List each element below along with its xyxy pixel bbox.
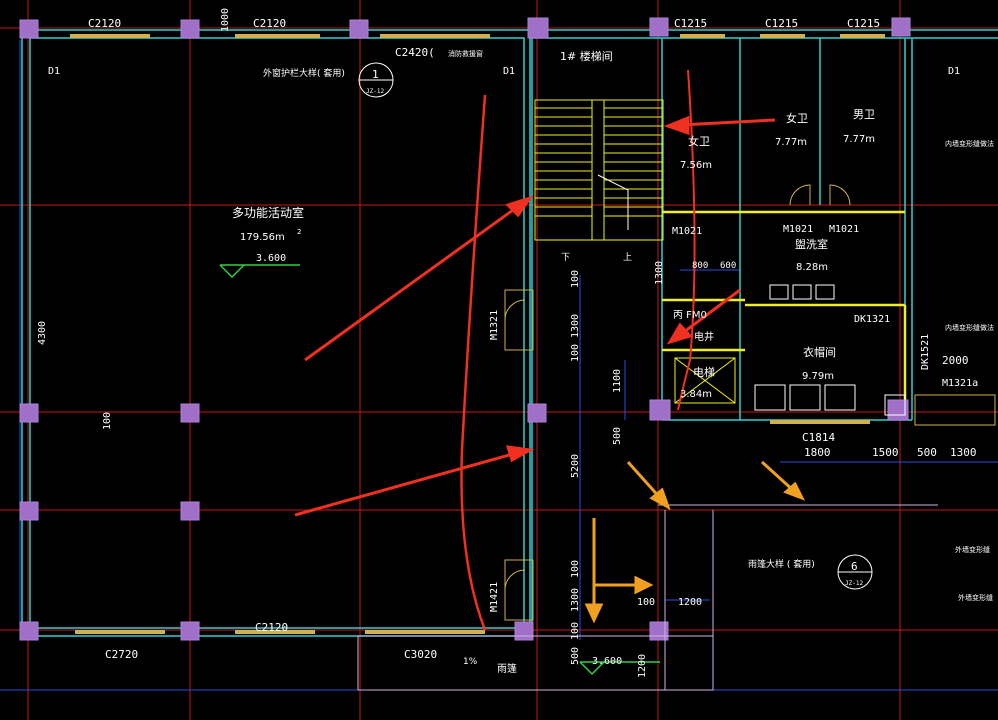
room-name: 男卫 — [853, 108, 875, 121]
doors — [504, 184, 996, 621]
dim-label: 1500 — [872, 446, 899, 459]
room-area: 8.28m — [796, 262, 828, 273]
right-note: 外墙变形缝 — [958, 593, 993, 602]
walls — [21, 29, 998, 637]
room-labels: 多功能活动室 179.56m 2 3.600 1# 楼梯间 下 上 女卫 7.7… — [232, 49, 994, 675]
dim-label: 1300 — [570, 588, 581, 612]
room-name: 女卫 — [786, 111, 808, 125]
detail-mark-ref: JZ-12 — [366, 88, 384, 95]
dim-label: 500 — [570, 647, 581, 665]
detail-mark-number: 6 — [851, 560, 858, 573]
dim-label: 1300 — [570, 314, 581, 338]
dim-label: 100 — [637, 597, 655, 608]
window-tag: C2720 — [105, 648, 138, 661]
dim-label: 2000 — [942, 354, 969, 367]
windows — [70, 34, 885, 634]
canopy-detail-note: 雨篷大样 ( 套用) — [748, 558, 815, 570]
dim-label: 1000 — [220, 8, 231, 32]
window-tag: C1215 — [847, 17, 880, 30]
door-tag: 丙 FM0 — [673, 310, 707, 321]
right-note: 外墙变形缝 — [955, 545, 990, 554]
room-name: 电梯 — [693, 366, 715, 379]
door-tag: M1021 — [829, 224, 859, 235]
dim-label: 1200 — [637, 654, 648, 678]
area-sup: 2 — [297, 228, 301, 236]
window-tag: C1215 — [674, 17, 707, 30]
room-area: 7.77m — [775, 137, 807, 148]
room-area: 7.77m — [843, 134, 875, 145]
dim-label: 500 — [612, 427, 623, 445]
room-name: 女卫 — [688, 134, 710, 148]
detail-mark-number: 1 — [372, 68, 379, 81]
canopy-slope: 1% — [463, 657, 478, 667]
door-tag: M1421 — [489, 582, 500, 612]
dim-label: 1300 — [950, 446, 977, 459]
room-name: 1# 楼梯间 — [560, 49, 613, 63]
canopy-label: 雨篷 — [497, 662, 517, 675]
dim-label: 100 — [570, 270, 581, 288]
window-tag: C1814 — [802, 431, 835, 444]
room-area: 3.84m — [680, 389, 712, 400]
dim-label: 500 — [917, 446, 937, 459]
window-tag: C2120 — [255, 621, 288, 634]
window-tag: C2420( — [395, 46, 435, 59]
dim-label: 100 — [570, 344, 581, 362]
door-tag: D1 — [503, 66, 515, 77]
room-name: 多功能活动室 — [232, 205, 304, 220]
door-tag: M1321a — [942, 378, 978, 389]
detail-mark-ref: JZ-12 — [845, 580, 863, 587]
room-name: 衣帽间 — [803, 345, 836, 359]
dim-label: 600 — [720, 261, 736, 271]
window-tag: C1215 — [765, 17, 798, 30]
door-tag: D1 — [948, 66, 960, 77]
room-name: 盥洗室 — [795, 237, 828, 251]
window-tag: C3020 — [404, 648, 437, 661]
cad-drawing-canvas[interactable]: C2120 C2120 C2420( 消防救援窗 C1215 C1215 C12… — [0, 0, 998, 720]
window-tag-note: 消防救援窗 — [448, 49, 483, 58]
window-tag: C2120 — [88, 17, 121, 30]
stair-direction: 下 — [561, 253, 570, 263]
right-note: 内墙变形缝做法 — [945, 139, 994, 148]
dim-label: 4300 — [37, 321, 48, 345]
door-tag: M1021 — [672, 226, 702, 237]
dim-label: 800 — [692, 261, 708, 271]
door-tag: M1021 — [783, 224, 813, 235]
right-note: 内墙变形缝做法 — [945, 323, 994, 332]
room-area: 179.56m — [240, 232, 285, 243]
dim-label: 1100 — [612, 369, 623, 393]
floor-level: 3.600 — [256, 253, 286, 264]
room-name: 电井 — [694, 330, 714, 343]
floor-level: 3.600 — [592, 656, 622, 667]
staircase — [534, 99, 664, 241]
door-tag: M1321 — [489, 310, 500, 340]
dim-label: 1200 — [678, 597, 702, 608]
dim-label: 1800 — [804, 446, 831, 459]
stair-direction: 上 — [623, 252, 632, 263]
dim-label: 100 — [570, 622, 581, 640]
dim-label: 5200 — [570, 454, 581, 478]
dimension-text: 4300 100 100 1300 100 1100 500 5200 100 … — [37, 8, 977, 678]
room-area: 7.56m — [680, 160, 712, 171]
room-area: 9.79m — [802, 371, 834, 382]
railing-detail-note: 外窗护栏大样( 套用) — [263, 67, 345, 79]
door-tags: D1 D1 D1 M1321 M1421 M1021 M1021 M1021 丙… — [48, 66, 978, 612]
dim-label: 100 — [102, 412, 113, 430]
window-tag: C2120 — [253, 17, 286, 30]
dim-label: 1300 — [654, 261, 665, 285]
floor-plan: C2120 C2120 C2420( 消防救援窗 C1215 C1215 C12… — [0, 0, 998, 720]
door-tag: DK1521 — [920, 334, 931, 370]
notes: 外窗护栏大样( 套用) 雨篷大样 ( 套用) — [263, 67, 815, 570]
door-tag: D1 — [48, 66, 60, 77]
door-tag: DK1321 — [854, 314, 890, 325]
dim-label: 100 — [570, 560, 581, 578]
